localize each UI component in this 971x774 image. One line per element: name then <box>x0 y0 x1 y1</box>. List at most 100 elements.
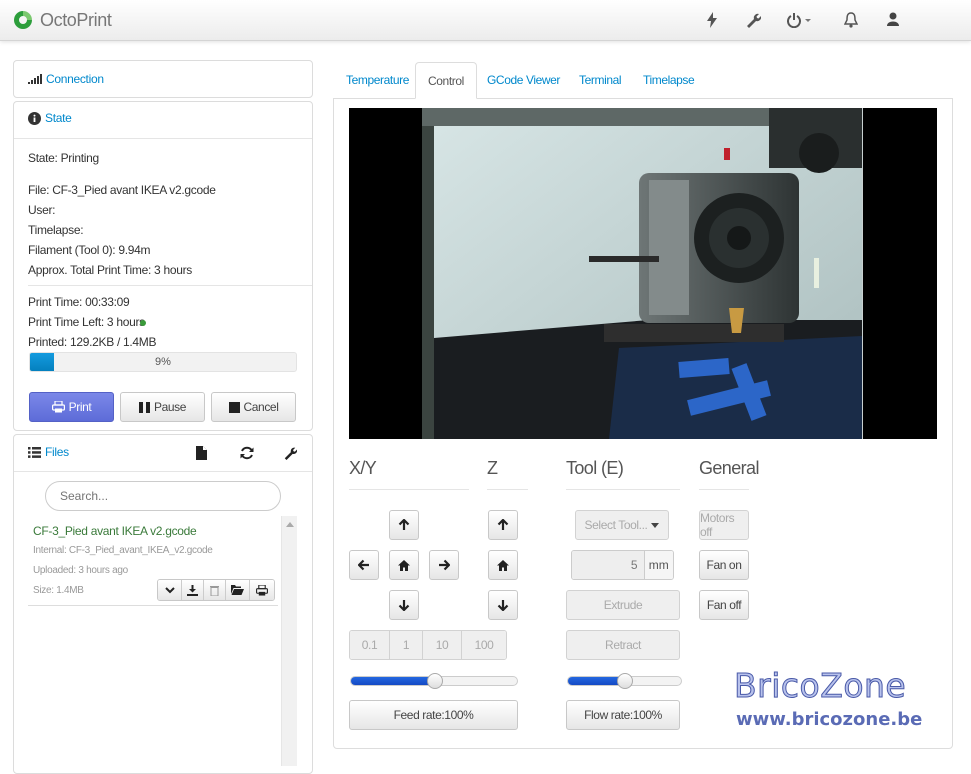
cancel-button[interactable]: Cancel <box>211 392 296 422</box>
stop-icon <box>228 401 240 413</box>
flow-rate-button[interactable]: Flow rate:100% <box>566 700 680 730</box>
file-load-button[interactable] <box>226 580 250 600</box>
motors-off-button[interactable]: Motors off <box>699 510 749 540</box>
jog-x-minus-button[interactable] <box>349 550 379 580</box>
select-tool-label: Select Tool... <box>584 518 648 532</box>
home-icon <box>398 559 410 571</box>
file-print-button[interactable] <box>250 580 274 600</box>
step-10-button[interactable]: 10 <box>423 631 462 659</box>
chevron-down-icon <box>164 586 175 593</box>
pause-button[interactable]: Pause <box>120 392 205 422</box>
arrow-left-icon <box>358 559 369 571</box>
xy-title: X/Y <box>349 458 377 478</box>
scroll-up-icon[interactable] <box>286 522 294 527</box>
arrow-up-icon <box>497 519 509 530</box>
file-delete-button[interactable] <box>204 580 226 600</box>
printer-icon <box>256 584 268 596</box>
state-time-left: Print Time Left: 3 hours <box>28 315 145 329</box>
tab-temperature[interactable]: Temperature <box>334 62 421 98</box>
retract-button[interactable]: Retract <box>566 630 680 660</box>
brand[interactable]: OctoPrint <box>12 8 112 32</box>
wrench-icon[interactable] <box>283 446 298 463</box>
step-size-group: 0.1 1 10 100 <box>349 630 507 660</box>
extrude-button[interactable]: Extrude <box>566 590 680 620</box>
pause-label: Pause <box>153 400 187 414</box>
bell-icon[interactable] <box>843 12 859 32</box>
general-title: General <box>699 458 759 478</box>
octoprint-logo-icon <box>14 11 32 29</box>
divider <box>487 489 528 490</box>
tab-timelapse[interactable]: Timelapse <box>631 62 706 98</box>
jog-z-plus-button[interactable] <box>488 510 518 540</box>
jog-y-minus-button[interactable] <box>389 590 419 620</box>
caret-down-icon <box>651 522 660 528</box>
divider <box>566 489 680 490</box>
divider <box>28 605 278 606</box>
home-z-button[interactable] <box>488 550 518 580</box>
app-title: OctoPrint <box>40 9 112 30</box>
home-xy-button[interactable] <box>389 550 419 580</box>
file-expand-button[interactable] <box>158 580 182 600</box>
tab-control[interactable]: Control <box>415 62 477 99</box>
file-name[interactable]: CF-3_Pied avant IKEA v2.gcode <box>33 524 197 538</box>
extrude-amount-group: 5 mm <box>571 550 674 580</box>
step-0-1-button[interactable]: 0.1 <box>350 631 390 659</box>
print-button[interactable]: Print <box>29 392 114 422</box>
divider <box>14 471 312 472</box>
info-icon <box>28 111 41 125</box>
step-1-button[interactable]: 1 <box>390 631 423 659</box>
printer-icon <box>51 401 65 413</box>
jog-z-minus-button[interactable] <box>488 590 518 620</box>
feed-rate-handle[interactable] <box>427 673 443 689</box>
file-uploaded: Uploaded: 3 hours ago <box>33 565 128 576</box>
state-print-time: Print Time: 00:33:09 <box>28 295 130 309</box>
extrude-amount-input[interactable]: 5 <box>572 551 644 579</box>
files-title: Files <box>45 445 69 459</box>
watermark-logo: BricoZone <box>733 666 907 706</box>
cancel-label: Cancel <box>243 400 279 414</box>
state-title: State <box>45 111 72 125</box>
webcam-image <box>422 108 863 439</box>
file-download-button[interactable] <box>182 580 204 600</box>
signal-icon <box>28 74 42 84</box>
power-icon[interactable] <box>787 12 813 32</box>
watermark-url: www.bricozone.be <box>736 709 923 730</box>
file-size: Size: 1.4MB <box>33 585 84 596</box>
extrude-unit: mm <box>643 551 673 579</box>
files-header[interactable]: Files <box>28 445 69 459</box>
file-actions <box>157 579 275 601</box>
jog-y-plus-button[interactable] <box>389 510 419 540</box>
divider <box>28 285 312 286</box>
wrench-icon[interactable] <box>745 12 762 32</box>
flow-rate-handle[interactable] <box>617 673 633 689</box>
new-file-icon[interactable] <box>196 446 207 463</box>
fan-on-button[interactable]: Fan on <box>699 550 749 580</box>
step-100-button[interactable]: 100 <box>462 631 506 659</box>
tab-gcode-viewer[interactable]: GCode Viewer <box>475 62 572 98</box>
select-tool-dropdown[interactable]: Select Tool... <box>575 510 669 540</box>
arrow-right-icon <box>439 559 450 571</box>
refresh-icon[interactable] <box>240 446 254 463</box>
webcam-stream <box>349 108 937 439</box>
tab-terminal[interactable]: Terminal <box>567 62 633 98</box>
list-icon <box>28 446 41 458</box>
feed-rate-button[interactable]: Feed rate:100% <box>349 700 518 730</box>
arrow-down-icon <box>398 600 410 611</box>
time-estimate-dot-icon <box>140 320 146 326</box>
divider <box>349 489 469 490</box>
user-icon[interactable] <box>887 12 899 30</box>
state-approx-time: Approx. Total Print Time: 3 hours <box>28 263 192 277</box>
fan-off-button[interactable]: Fan off <box>699 590 749 620</box>
state-user: User: <box>28 203 56 217</box>
tool-title: Tool (E) <box>566 458 624 478</box>
folder-open-icon <box>231 585 244 595</box>
state-filament: Filament (Tool 0): 9.94m <box>28 243 151 257</box>
files-search-input[interactable] <box>45 481 281 511</box>
lightning-icon[interactable] <box>707 12 717 32</box>
navbar: OctoPrint <box>0 0 971 41</box>
progress-label: 9% <box>155 356 171 368</box>
state-header[interactable]: State <box>28 111 72 125</box>
connection-header[interactable]: Connection <box>28 72 104 86</box>
files-scrollbar[interactable] <box>281 516 297 766</box>
jog-x-plus-button[interactable] <box>429 550 459 580</box>
